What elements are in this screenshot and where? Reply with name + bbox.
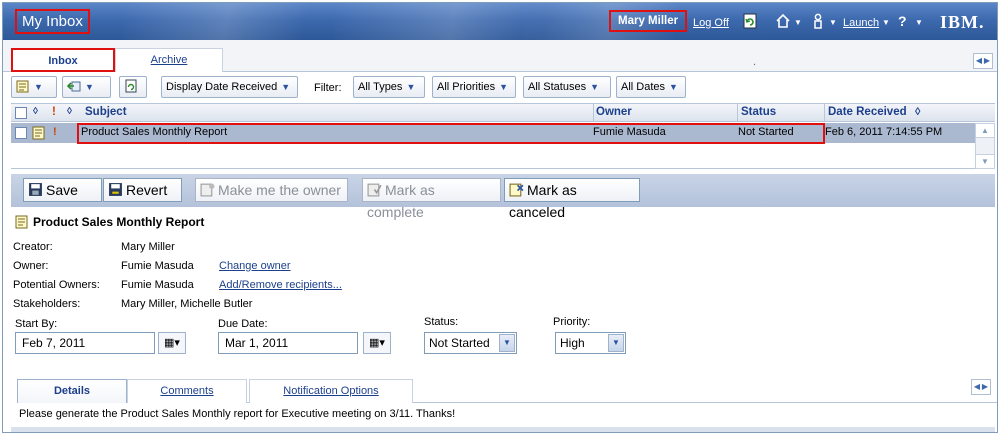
grid-scrollbar[interactable]: ▲ ▼ xyxy=(975,123,995,169)
ibm-logo: IBM. xyxy=(940,12,985,32)
tab-bar-dot: . xyxy=(753,56,757,68)
task-description: Please generate the Product Sales Monthl… xyxy=(19,408,456,420)
user-name: Mary Miller xyxy=(609,10,688,32)
owner-label: Owner: xyxy=(13,260,49,272)
grid-empty-area xyxy=(11,144,975,169)
scroll-right-icon[interactable]: ▶ xyxy=(983,54,991,68)
mark-canceled-button[interactable]: Mark as canceled xyxy=(504,178,640,220)
tab-comments[interactable]: Comments xyxy=(127,379,247,403)
start-by-input[interactable]: Feb 7, 2011 xyxy=(15,332,155,354)
refresh-list-button[interactable] xyxy=(119,76,147,98)
save-button[interactable]: Save xyxy=(23,178,102,202)
launch-link[interactable]: Launch xyxy=(843,17,879,29)
app-frame: My Inbox Mary Miller Log Off ▼ ▼ Launch … xyxy=(2,2,998,433)
scroll-down-icon[interactable]: ▼ xyxy=(976,154,994,168)
toolbar: ▼ ▼ Display Date Received ▼ Filter: All T… xyxy=(3,73,997,101)
start-calendar-icon[interactable]: ▦▾ xyxy=(158,332,186,354)
tab-scroll-arrows[interactable]: ◀ ▶ xyxy=(973,53,993,69)
detail-scroll-right-icon[interactable]: ▶ xyxy=(981,380,989,394)
help-icon[interactable]: ? xyxy=(898,13,907,29)
status-label: Status: xyxy=(424,316,459,328)
sort-attachment-icon[interactable]: ◊ xyxy=(67,106,72,117)
user-icon[interactable] xyxy=(812,13,824,32)
column-status[interactable]: Status xyxy=(741,106,776,118)
tab-bar: Inbox Archive . ◀ ▶ xyxy=(3,40,997,72)
mark-complete-button[interactable]: Mark as complete xyxy=(362,178,501,220)
scroll-up-icon[interactable]: ▲ xyxy=(976,124,994,138)
revert-button[interactable]: Revert xyxy=(103,178,182,202)
start-by-label: Start By: xyxy=(15,318,58,330)
sort-select[interactable]: Display Date Received ▼ xyxy=(161,76,298,98)
task-detail-icon xyxy=(15,215,28,229)
row-highlight-box xyxy=(77,123,825,144)
banner: My Inbox Mary Miller Log Off ▼ ▼ Launch … xyxy=(3,3,997,40)
add-remove-recipients-link[interactable]: Add/Remove recipients... xyxy=(219,279,342,291)
move-icon xyxy=(67,81,81,92)
user-dropdown-icon[interactable]: ▼ xyxy=(829,18,837,27)
detail-tab-scroll-arrows[interactable]: ◀ ▶ xyxy=(971,379,991,395)
mark-canceled-icon xyxy=(509,183,524,197)
sort-date-icon[interactable]: ◊ xyxy=(915,106,920,118)
bottom-band xyxy=(11,427,995,432)
sort-type-icon[interactable]: ◊ xyxy=(33,106,38,117)
log-off-link[interactable]: Log Off xyxy=(693,17,729,29)
filter-statuses[interactable]: All Statuses ▼ xyxy=(523,76,611,98)
tab-archive[interactable]: Archive xyxy=(115,48,223,72)
home-icon[interactable] xyxy=(775,13,791,32)
mark-complete-icon xyxy=(367,183,382,197)
grid-header: ◊ ! ◊ Subject Owner Status Date Received… xyxy=(11,103,995,122)
status-select[interactable]: Not Started ▼ xyxy=(424,332,517,354)
priority-dropdown-icon[interactable]: ▼ xyxy=(608,334,624,352)
potential-owners-label: Potential Owners: xyxy=(13,279,100,291)
tab-inbox[interactable]: Inbox xyxy=(11,48,115,72)
potential-owners-value: Fumie Masuda xyxy=(121,279,194,291)
priority-select[interactable]: High ▼ xyxy=(555,332,626,354)
launch-dropdown-icon[interactable]: ▼ xyxy=(882,18,890,27)
revert-icon xyxy=(109,183,122,196)
priority-label: Priority: xyxy=(553,316,591,328)
make-owner-icon xyxy=(200,183,215,197)
column-subject[interactable]: Subject xyxy=(85,106,127,118)
owner-value: Fumie Masuda xyxy=(121,260,194,272)
detail-scroll-left-icon[interactable]: ◀ xyxy=(973,380,981,394)
priority-mark: ! xyxy=(53,126,57,138)
save-icon xyxy=(29,183,42,196)
move-button[interactable]: ▼ xyxy=(62,76,111,98)
creator-value: Mary Miller xyxy=(121,241,175,253)
status-dropdown-icon[interactable]: ▼ xyxy=(499,334,515,352)
priority-column-icon[interactable]: ! xyxy=(52,106,56,118)
help-dropdown-icon[interactable]: ▼ xyxy=(915,18,923,27)
filter-label: Filter: xyxy=(314,82,342,94)
row-checkbox[interactable] xyxy=(15,127,27,139)
refresh-icon[interactable] xyxy=(743,13,757,32)
column-date-received[interactable]: Date Received xyxy=(828,106,907,118)
select-all-checkbox[interactable] xyxy=(15,107,27,119)
change-owner-link[interactable]: Change owner xyxy=(219,260,291,272)
filter-types[interactable]: All Types ▼ xyxy=(353,76,425,98)
detail-tabs: Details Comments Notification Options ◀ ▶ xyxy=(17,379,997,403)
home-dropdown-icon[interactable]: ▼ xyxy=(794,18,802,27)
new-task-icon xyxy=(16,80,29,93)
scroll-left-icon[interactable]: ◀ xyxy=(975,54,983,68)
task-title: Product Sales Monthly Report xyxy=(33,215,205,229)
tab-notification-options[interactable]: Notification Options xyxy=(249,379,413,403)
detail-action-bar: Save Revert Make me the owner Mark as co… xyxy=(11,174,995,220)
make-me-owner-button[interactable]: Make me the owner xyxy=(195,178,348,202)
task-icon xyxy=(32,126,45,140)
stakeholders-value: Mary Miller, Michelle Butler xyxy=(121,298,253,310)
due-date-label: Due Date: xyxy=(218,318,268,330)
tab-details[interactable]: Details xyxy=(17,379,127,403)
column-owner[interactable]: Owner xyxy=(596,106,632,118)
stakeholders-label: Stakeholders: xyxy=(13,298,81,310)
row-date-received: Feb 6, 2011 7:14:55 PM xyxy=(825,126,943,138)
filter-dates[interactable]: All Dates ▼ xyxy=(616,76,686,98)
new-task-button[interactable]: ▼ xyxy=(11,76,57,98)
filter-priorities[interactable]: All Priorities ▼ xyxy=(432,76,516,98)
due-date-input[interactable]: Mar 1, 2011 xyxy=(218,332,358,354)
refresh-list-icon xyxy=(125,79,137,93)
creator-label: Creator: xyxy=(13,241,53,253)
app-title: My Inbox xyxy=(15,9,90,34)
due-calendar-icon[interactable]: ▦▾ xyxy=(363,332,391,354)
